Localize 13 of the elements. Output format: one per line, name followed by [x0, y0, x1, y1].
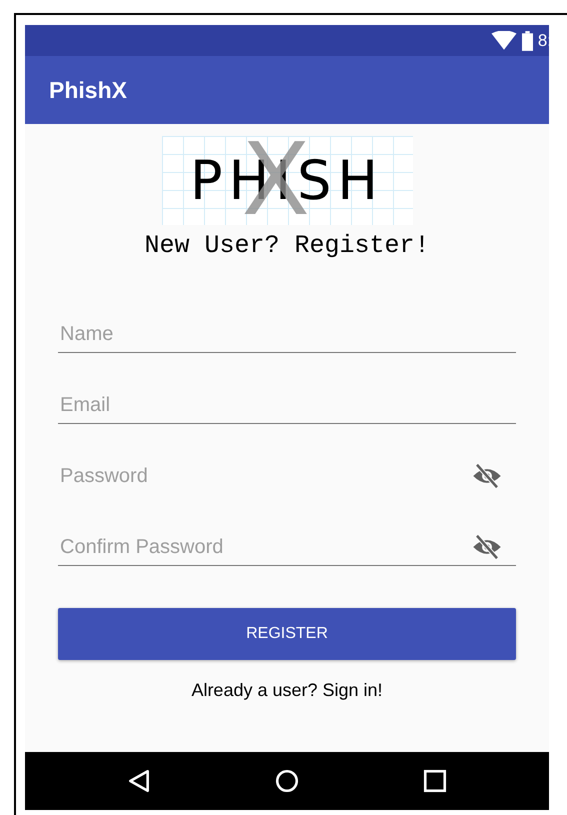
home-icon[interactable]	[274, 768, 300, 794]
recents-icon[interactable]	[422, 768, 448, 794]
input-field[interactable]: Password	[58, 458, 516, 495]
app-title: PhishX	[49, 76, 127, 104]
input-field[interactable]: Name	[58, 316, 516, 353]
back-icon[interactable]	[126, 768, 152, 794]
register-button[interactable]: REGISTER	[58, 608, 516, 660]
input-field[interactable]: Confirm Password	[58, 529, 516, 566]
sign-in-link[interactable]: Already a user? Sign in!	[191, 680, 383, 701]
input-field[interactable]: Email	[58, 387, 516, 424]
wifi-icon	[490, 30, 517, 50]
battery-icon	[522, 30, 533, 50]
heading: New User? Register!	[144, 231, 430, 260]
